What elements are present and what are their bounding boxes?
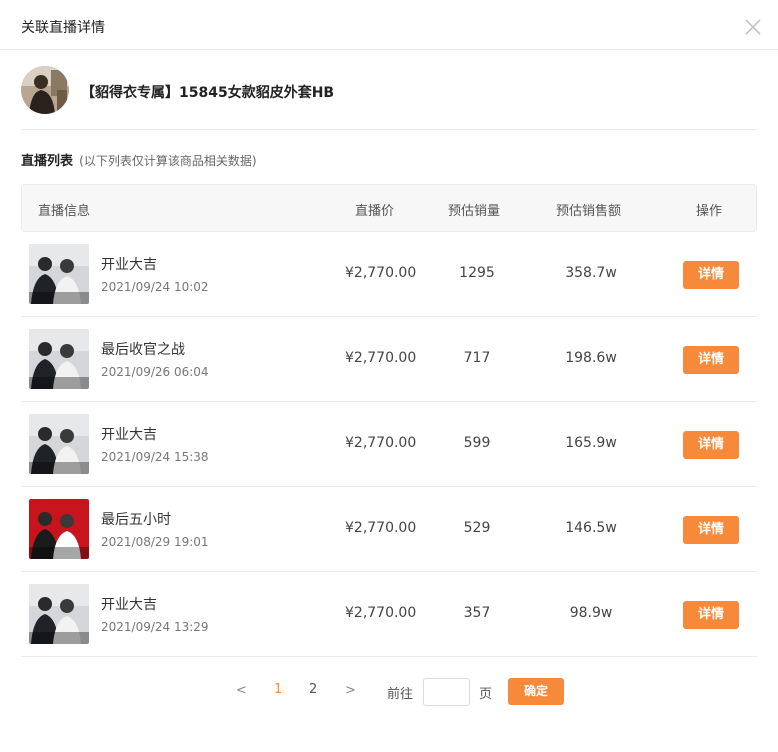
live-cover-thumbnail <box>29 329 89 389</box>
live-price: ¥2,770.00 <box>345 520 417 536</box>
header-est-amount: 预估销售额 <box>556 204 622 219</box>
table-row: 开业大吉 2021/09/24 10:02 ¥2,770.00 1295 358.7w 详… <box>21 232 757 317</box>
est-amount: 98.9w <box>569 605 613 621</box>
dialog-header: 关联直播详情 <box>0 0 778 50</box>
live-start-time: 2021/09/24 15:38 <box>101 450 209 464</box>
live-title: 最后五小时 <box>101 512 171 528</box>
table-row: 开业大吉 2021/09/24 15:38 ¥2,770.00 599 165.9w 详情 <box>21 402 757 487</box>
est-amount: 358.7w <box>565 265 617 281</box>
live-price: ¥2,770.00 <box>345 605 417 621</box>
prev-page-button[interactable]: < <box>236 683 247 698</box>
product-name: 【貂得衣专属】15845女款貂皮外套HB <box>81 85 335 101</box>
confirm-button[interactable]: 确定 <box>508 678 564 705</box>
est-amount: 198.6w <box>565 350 617 366</box>
page-unit-label: 页 <box>479 687 493 702</box>
live-cover-thumbnail <box>29 499 89 559</box>
live-start-time: 2021/09/24 10:02 <box>101 280 209 294</box>
close-icon[interactable] <box>744 18 762 36</box>
live-cover-thumbnail <box>29 414 89 474</box>
live-start-time: 2021/09/26 06:04 <box>101 365 209 379</box>
table-row: 最后收官之战 2021/09/26 06:04 ¥2,770.00 717 198.6w… <box>21 317 757 402</box>
goto-page-input[interactable] <box>423 678 470 706</box>
header-est-sales: 预估销量 <box>448 204 501 219</box>
detail-button[interactable]: 详情 <box>683 431 739 459</box>
live-cover-thumbnail <box>29 584 89 644</box>
live-start-time: 2021/09/24 13:29 <box>101 620 209 634</box>
table-header: 直播信息 直播价 预估销量 预估销售额 操作 <box>21 184 757 232</box>
detail-button[interactable]: 详情 <box>683 516 739 544</box>
live-start-time: 2021/08/29 19:01 <box>101 535 209 549</box>
header-live-info: 直播信息 <box>38 204 91 219</box>
product-thumbnail <box>21 66 69 114</box>
next-page-button[interactable]: > <box>345 683 356 698</box>
table-row: 最后五小时 2021/08/29 19:01 ¥2,770.00 529 146.5w 详… <box>21 487 757 572</box>
dialog-title: 关联直播详情 <box>21 20 105 36</box>
live-list-heading: 直播列表 (以下列表仅计算该商品相关数据) <box>21 150 257 169</box>
live-title: 开业大吉 <box>101 427 157 443</box>
est-sales: 357 <box>463 605 491 621</box>
page-2-button[interactable]: 2 <box>309 682 317 697</box>
live-list-note: (以下列表仅计算该商品相关数据) <box>79 154 257 168</box>
live-price: ¥2,770.00 <box>345 350 417 366</box>
est-amount: 146.5w <box>565 520 617 536</box>
live-title: 最后收官之战 <box>101 342 185 358</box>
est-sales: 1295 <box>459 265 495 281</box>
header-action: 操作 <box>696 204 723 219</box>
live-price: ¥2,770.00 <box>345 265 417 281</box>
goto-label: 前往 <box>387 687 414 702</box>
live-title: 开业大吉 <box>101 257 157 273</box>
detail-button[interactable]: 详情 <box>683 601 739 629</box>
pagination: < 1 2 > 前往 页 确定 <box>0 677 778 707</box>
live-cover-thumbnail <box>29 244 89 304</box>
related-live-dialog: 关联直播详情 【貂得衣专属】15845女款貂皮外套HB 直播列表 (以下列表仅计… <box>0 0 778 752</box>
page-1-button[interactable]: 1 <box>274 682 282 697</box>
product-info: 【貂得衣专属】15845女款貂皮外套HB <box>21 66 757 130</box>
detail-button[interactable]: 详情 <box>683 346 739 374</box>
est-sales: 599 <box>463 435 491 451</box>
est-sales: 529 <box>463 520 491 536</box>
table-row: 开业大吉 2021/09/24 13:29 ¥2,770.00 357 98.9w 详情 <box>21 572 757 657</box>
est-sales: 717 <box>463 350 491 366</box>
detail-button[interactable]: 详情 <box>683 261 739 289</box>
live-list-title: 直播列表 <box>21 154 74 169</box>
est-amount: 165.9w <box>565 435 617 451</box>
live-price: ¥2,770.00 <box>345 435 417 451</box>
header-live-price: 直播价 <box>355 204 395 219</box>
live-title: 开业大吉 <box>101 597 157 613</box>
